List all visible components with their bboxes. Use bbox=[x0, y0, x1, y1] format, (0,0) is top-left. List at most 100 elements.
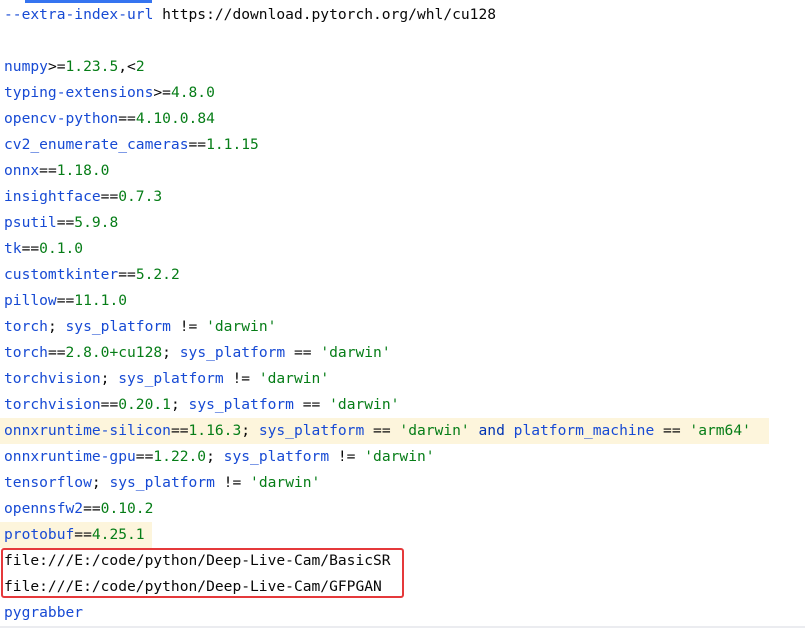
code-line[interactable]: customtkinter==5.2.2 bbox=[0, 262, 180, 288]
code-token: ; bbox=[241, 422, 259, 439]
code-token: pygrabber bbox=[4, 604, 84, 621]
code-token: ; bbox=[206, 448, 224, 465]
code-token: sys_platform bbox=[65, 318, 171, 335]
code-token: protobuf bbox=[4, 526, 75, 543]
code-token: 1.18.0 bbox=[56, 162, 110, 179]
code-line[interactable]: opencv-python==4.10.0.84 bbox=[0, 106, 215, 132]
code-token: ; bbox=[162, 344, 180, 361]
code-token: 0.7.3 bbox=[118, 188, 163, 205]
code-line[interactable]: onnxruntime-silicon == 1.16.3; sys_platfor… bbox=[0, 418, 769, 444]
code-line[interactable]: typing-extensions>=4.8.0 bbox=[0, 80, 215, 106]
code-line[interactable]: numpy>=1.23.5,<2 bbox=[0, 54, 145, 80]
code-token: 11.1.0 bbox=[74, 292, 128, 309]
code-line[interactable] bbox=[0, 28, 4, 54]
code-token: 'arm64' bbox=[689, 422, 751, 439]
code-token: == bbox=[285, 344, 321, 361]
code-token: torchvision bbox=[4, 370, 101, 387]
code-token: == bbox=[118, 266, 136, 283]
code-token: != bbox=[214, 474, 251, 491]
code-line[interactable]: tk==0.1.0 bbox=[0, 236, 83, 262]
code-token: 0.10.2 bbox=[100, 500, 154, 517]
code-line[interactable]: torchvision; sys_platform != 'darwin' bbox=[0, 366, 329, 392]
code-token: 0.20.1 bbox=[118, 396, 171, 413]
code-token: insightface bbox=[4, 188, 101, 205]
code-token: == bbox=[364, 422, 400, 439]
code-token: == bbox=[100, 188, 119, 205]
code-line[interactable]: torch; sys_platform != 'darwin' bbox=[0, 314, 276, 340]
code-line[interactable]: insightface==0.7.3 bbox=[0, 184, 162, 210]
code-token: and bbox=[478, 422, 505, 439]
code-line[interactable]: file:///E:/code/python/Deep-Live-Cam/Bas… bbox=[0, 548, 391, 574]
code-token: file:///E:/code/python/Deep-Live-Cam/Bas… bbox=[4, 552, 391, 569]
code-token: == bbox=[21, 240, 40, 257]
code-token: psutil bbox=[4, 214, 57, 231]
code-token: 4.10.0.84 bbox=[135, 110, 215, 127]
code-line[interactable]: psutil==5.9.8 bbox=[0, 210, 118, 236]
code-token: tensorflow bbox=[4, 474, 92, 491]
code-line[interactable]: torchvision==0.20.1; sys_platform == 'da… bbox=[0, 392, 399, 418]
code-token: 1.16.3 bbox=[188, 422, 242, 439]
code-token: == bbox=[135, 448, 154, 465]
code-line[interactable]: cv2_enumerate_cameras==1.1.15 bbox=[0, 132, 259, 158]
code-line[interactable]: onnx==1.18.0 bbox=[0, 158, 109, 184]
code-token: 'darwin' bbox=[329, 396, 400, 413]
code-token: torch bbox=[4, 344, 48, 361]
code-token: torch bbox=[4, 318, 48, 335]
code-token: 0.1.0 bbox=[39, 240, 84, 257]
code-line[interactable]: pygrabber bbox=[0, 600, 83, 626]
code-token: 'darwin' bbox=[250, 474, 321, 491]
code-token: sys_platform bbox=[118, 370, 224, 387]
code-token: 1.22.0 bbox=[153, 448, 207, 465]
code-token: sys_platform bbox=[223, 448, 330, 465]
code-editor[interactable]: --extra-index-url https://download.pytor… bbox=[0, 0, 805, 628]
code-token: cv2_enumerate_cameras bbox=[4, 136, 189, 153]
code-line[interactable]: onnxruntime-gpu==1.22.0; sys_platform !=… bbox=[0, 444, 435, 470]
code-line[interactable]: protobuf==4.25.1 bbox=[0, 522, 152, 548]
code-token: , bbox=[118, 58, 128, 75]
code-token: 'darwin' bbox=[399, 422, 470, 439]
code-line[interactable]: torch==2.8.0+cu128; sys_platform == 'dar… bbox=[0, 340, 391, 366]
code-token: typing-extensions bbox=[4, 84, 154, 101]
code-token: sys_platform bbox=[258, 422, 365, 439]
code-token: == bbox=[83, 500, 101, 517]
code-token: ; bbox=[100, 370, 119, 387]
code-line[interactable]: file:///E:/code/python/Deep-Live-Cam/GFP… bbox=[0, 574, 382, 600]
code-token: 'darwin' bbox=[320, 344, 391, 361]
code-token: customtkinter bbox=[4, 266, 119, 283]
code-token: >= bbox=[153, 84, 171, 101]
code-token: == bbox=[74, 526, 92, 543]
code-token: < bbox=[127, 58, 136, 75]
code-token: 2 bbox=[135, 58, 145, 75]
code-token: != bbox=[329, 448, 365, 465]
code-token: ; bbox=[91, 474, 110, 491]
code-token: file:///E:/code/python/Deep-Live-Cam/GFP… bbox=[4, 578, 382, 595]
code-token: tk bbox=[4, 240, 22, 257]
code-token: == bbox=[654, 422, 690, 439]
code-token: sys_platform bbox=[179, 344, 286, 361]
code-line[interactable]: opennsfw2==0.10.2 bbox=[0, 496, 153, 522]
code-token: == bbox=[188, 136, 207, 153]
code-token: 4.25.1 bbox=[91, 526, 145, 543]
code-token: 2.8.0+cu128 bbox=[65, 344, 163, 361]
code-token: onnxruntime-gpu bbox=[4, 448, 136, 465]
code-line[interactable]: --extra-index-url https://download.pytor… bbox=[0, 2, 496, 28]
code-token: --extra-index-url bbox=[4, 6, 163, 23]
code-token: == bbox=[39, 162, 57, 179]
code-token: platform_machine bbox=[513, 422, 655, 439]
code-token: == bbox=[47, 344, 66, 361]
code-token: https://download.pytorch.org/whl/cu128 bbox=[162, 6, 497, 23]
code-token: == bbox=[118, 110, 136, 127]
code-token: 4.8.0 bbox=[170, 84, 215, 101]
code-token: == bbox=[100, 396, 119, 413]
code-token: numpy bbox=[4, 58, 48, 75]
code-token: onnxruntime-silicon bbox=[4, 422, 171, 439]
code-token: >= bbox=[47, 58, 66, 75]
code-token: onnx bbox=[4, 162, 40, 179]
code-token: sys_platform bbox=[188, 396, 294, 413]
code-token: opencv-python bbox=[4, 110, 119, 127]
code-token: 'darwin' bbox=[258, 370, 330, 387]
code-line[interactable]: tensorflow; sys_platform != 'darwin' bbox=[0, 470, 320, 496]
code-line[interactable]: pillow==11.1.0 bbox=[0, 288, 127, 314]
code-token: 1.1.15 bbox=[206, 136, 259, 153]
